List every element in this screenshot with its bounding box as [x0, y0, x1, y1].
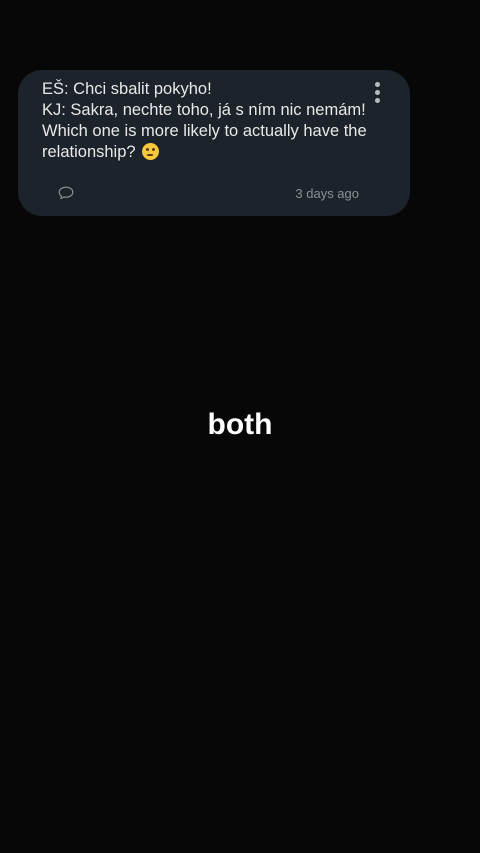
more-dot — [375, 98, 380, 103]
more-dot — [375, 90, 380, 95]
thinking-face-icon — [142, 143, 160, 160]
post-line: KJ: Sakra, nechte toho, já s ním nic nem… — [42, 101, 366, 119]
more-options-icon[interactable] — [372, 82, 382, 104]
post-line: EŠ: Chci sbalit pokyho! — [42, 80, 212, 98]
post-text: EŠ: Chci sbalit pokyho! KJ: Sakra, necht… — [42, 79, 367, 163]
caption-text: both — [207, 408, 273, 441]
post-timestamp: 3 days ago — [295, 186, 359, 201]
more-dot — [375, 82, 380, 87]
comment-icon[interactable] — [58, 186, 74, 200]
post-card[interactable]: EŠ: Chci sbalit pokyho! KJ: Sakra, necht… — [18, 70, 410, 216]
post-line-text: relationship? — [42, 143, 136, 161]
post-line-last: relationship? — [42, 142, 362, 163]
comment-bubble-svg — [58, 186, 74, 200]
post-line: Which one is more likely to actually hav… — [42, 122, 367, 140]
